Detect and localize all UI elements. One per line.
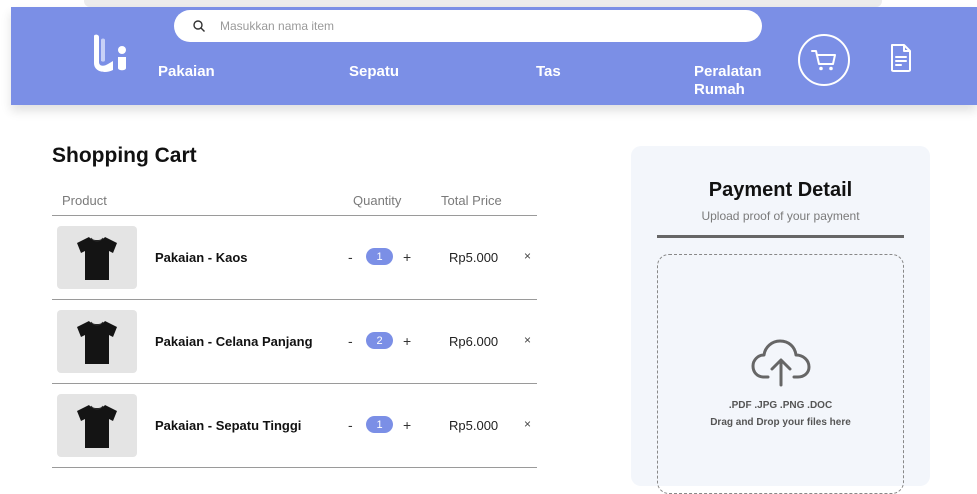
item-total-price: Rp6.000 xyxy=(449,334,499,349)
cart-table: Product Quantity Total Price Pakaian - K… xyxy=(52,190,537,468)
remove-item-button[interactable]: × xyxy=(524,249,531,263)
nav-item-peralatan-rumah[interactable]: Peralatan Rumah xyxy=(694,63,784,99)
tshirt-icon xyxy=(77,236,117,280)
top-navbar: Pakaian Sepatu Tas Peralatan Rumah xyxy=(11,7,977,105)
product-name: Pakaian - Sepatu Tinggi xyxy=(155,418,302,433)
brand-logo[interactable] xyxy=(91,34,131,74)
payment-subtitle: Upload proof of your payment xyxy=(701,209,860,223)
search-bar[interactable] xyxy=(174,10,762,42)
payment-detail-panel: Payment Detail Upload proof of your paym… xyxy=(631,146,930,494)
accepted-formats-text: .PDF .JPG .PNG .DOC xyxy=(728,400,833,411)
cart-row: Pakaian - Sepatu Tinggi - 1 + Rp5.000 × xyxy=(52,384,537,468)
quantity-value: 1 xyxy=(366,416,393,433)
remove-item-button[interactable]: × xyxy=(524,417,531,431)
top-scrollbar-stub xyxy=(84,0,882,7)
quantity-value: 1 xyxy=(366,248,393,265)
quantity-value: 2 xyxy=(366,332,393,349)
quantity-stepper: - 1 + xyxy=(348,416,411,433)
increase-quantity-button[interactable]: + xyxy=(403,417,411,433)
drag-drop-hint: Drag and Drop your files here xyxy=(710,417,851,428)
column-header-product: Product xyxy=(62,193,107,208)
column-header-quantity: Quantity xyxy=(353,193,402,208)
page-title: Shopping Cart xyxy=(52,144,197,167)
search-input[interactable] xyxy=(220,19,700,33)
column-header-total-price: Total Price xyxy=(441,193,502,208)
decrease-quantity-button[interactable]: - xyxy=(348,249,360,265)
quantity-stepper: - 1 + xyxy=(348,248,411,265)
nav-item-tas[interactable]: Tas xyxy=(536,63,561,81)
decrease-quantity-button[interactable]: - xyxy=(348,333,360,349)
payment-title: Payment Detail xyxy=(708,179,853,201)
product-name: Pakaian - Celana Panjang xyxy=(155,334,313,349)
cart-row: Pakaian - Kaos - 1 + Rp5.000 × xyxy=(52,216,537,300)
cloud-upload-icon xyxy=(751,339,811,387)
product-name: Pakaian - Kaos xyxy=(155,250,248,265)
quantity-stepper: - 2 + xyxy=(348,332,411,349)
nav-item-pakaian[interactable]: Pakaian xyxy=(158,63,215,81)
file-drop-zone[interactable]: .PDF .JPG .PNG .DOC Drag and Drop your f… xyxy=(657,254,904,494)
product-image[interactable] xyxy=(57,310,137,373)
search-icon xyxy=(193,20,205,32)
remove-item-button[interactable]: × xyxy=(524,333,531,347)
orders-button[interactable] xyxy=(889,43,913,73)
cart-row: Pakaian - Celana Panjang - 2 + Rp6.000 × xyxy=(52,300,537,384)
tshirt-icon xyxy=(77,404,117,448)
cart-button[interactable] xyxy=(798,34,850,86)
increase-quantity-button[interactable]: + xyxy=(403,249,411,265)
document-icon xyxy=(891,44,911,72)
tshirt-icon xyxy=(77,320,117,364)
product-image[interactable] xyxy=(57,226,137,289)
item-total-price: Rp5.000 xyxy=(449,250,499,265)
product-image[interactable] xyxy=(57,394,137,457)
item-total-price: Rp5.000 xyxy=(449,418,499,433)
cart-table-header: Product Quantity Total Price xyxy=(52,190,537,216)
increase-quantity-button[interactable]: + xyxy=(403,333,411,349)
cart-icon xyxy=(811,50,836,71)
nav-item-sepatu[interactable]: Sepatu xyxy=(349,63,399,81)
payment-divider xyxy=(657,235,904,238)
decrease-quantity-button[interactable]: - xyxy=(348,417,360,433)
